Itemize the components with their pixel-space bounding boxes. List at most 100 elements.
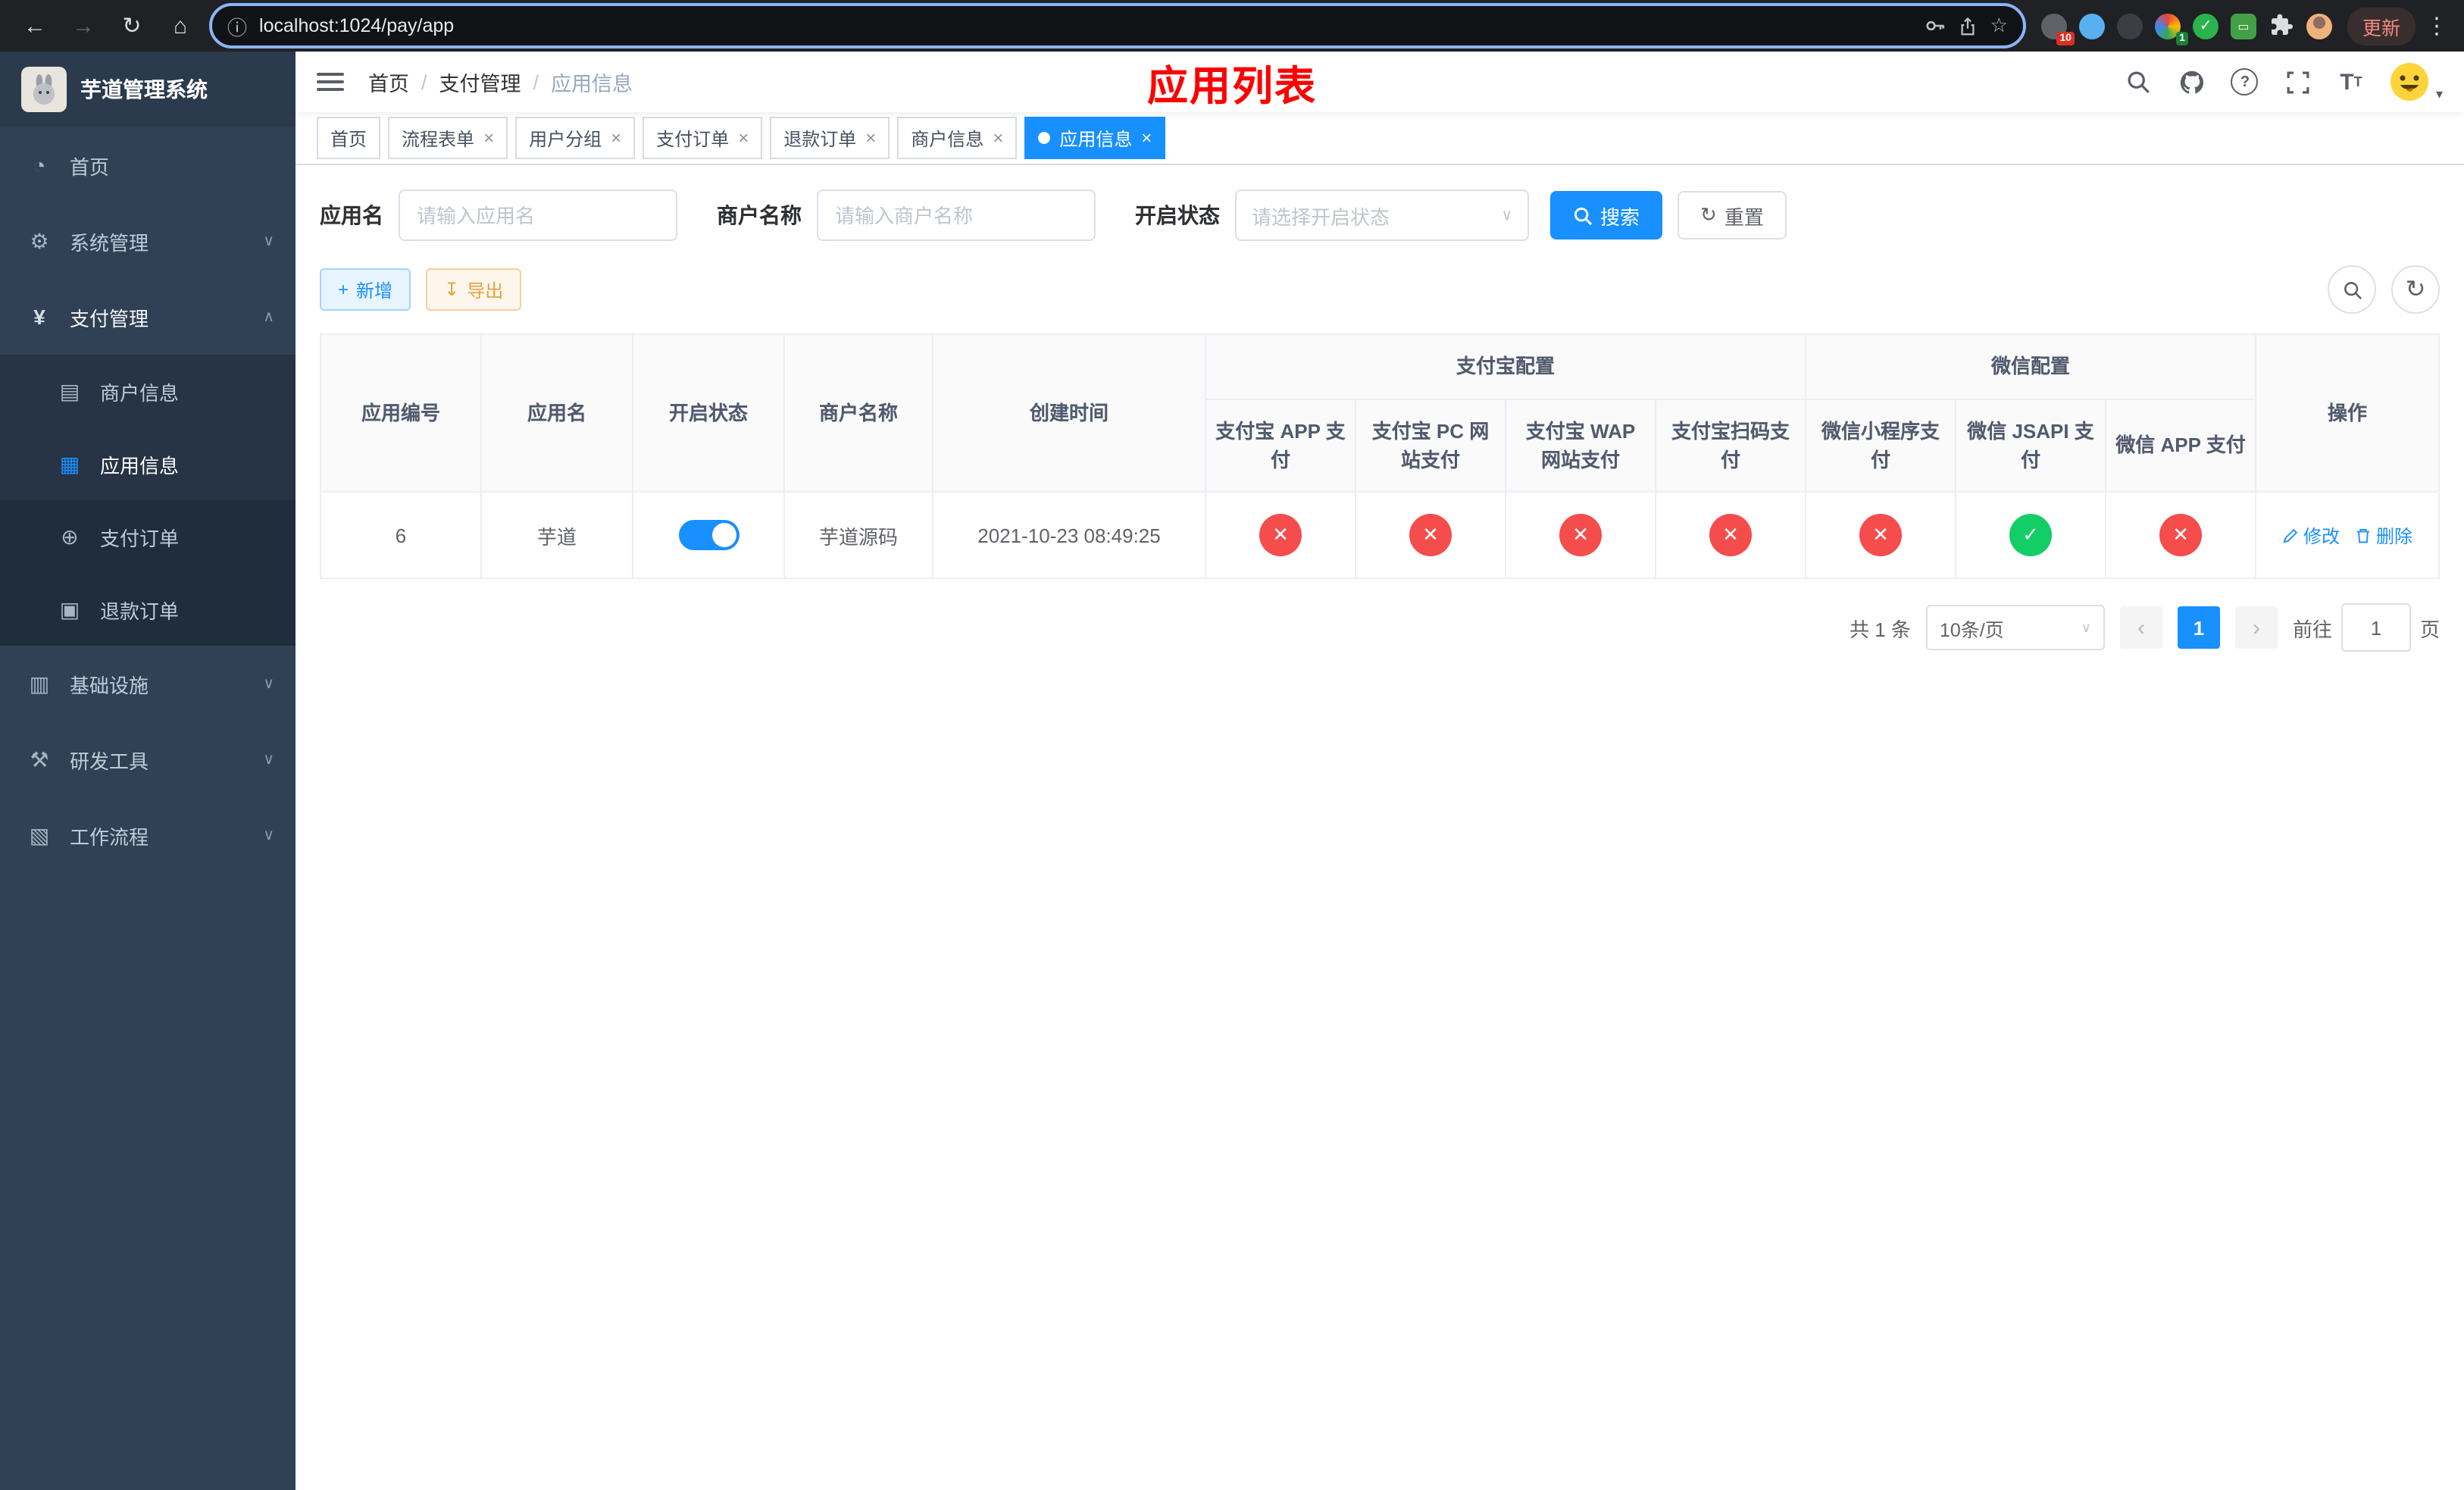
home-icon[interactable]: ⌂ [161, 6, 200, 45]
extensions-cluster: 10 1 ✓ ▭ [2040, 13, 2332, 45]
extension-dark-icon[interactable] [2116, 13, 2143, 39]
help-icon[interactable]: ? [2230, 67, 2260, 97]
tab-close-icon[interactable]: × [993, 127, 1003, 149]
sidebar-item-workflow[interactable]: ▧ 工作流程 ∨ [0, 797, 295, 873]
tab-close-icon[interactable]: × [483, 127, 494, 149]
github-icon[interactable] [2177, 67, 2207, 97]
search-button[interactable]: 搜索 [1550, 191, 1663, 239]
share-icon[interactable] [1959, 16, 1978, 36]
url-bar[interactable]: ⓘ localhost:1024/pay/app ☆ [209, 3, 2026, 49]
sidebar-item-home[interactable]: ◔ 首页 [0, 127, 295, 203]
app-title: 芋道管理系统 [80, 77, 208, 102]
kebab-menu-icon[interactable]: ⋮ [2425, 6, 2449, 45]
sidebar-item-app-info[interactable]: ▦ 应用信息 [0, 427, 295, 500]
total-count: 共 1 条 [1850, 618, 1911, 640]
dashboard-icon: ◔ [33, 153, 46, 177]
sidebar-item-payment[interactable]: ¥ 支付管理 ∧ [0, 279, 295, 355]
export-button[interactable]: ↧ 导出 [426, 268, 522, 311]
site-info-icon[interactable]: ⓘ [227, 11, 247, 40]
refresh-table-button[interactable]: ↻ [2391, 265, 2440, 314]
alipay-pc-status-icon: ✕ [1409, 514, 1452, 556]
sidebar-item-pay-order[interactable]: ⊕ 支付订单 [0, 500, 295, 573]
chevron-up-icon: ∧ [263, 308, 274, 325]
extension-drop-icon[interactable] [2078, 13, 2105, 39]
tab-home[interactable]: 首页 [317, 117, 381, 159]
alipay-qr-status-icon: ✕ [1709, 514, 1752, 556]
font-size-icon[interactable]: TT [2336, 67, 2366, 97]
sidebar-item-dev-tools[interactable]: ⚒ 研发工具 ∨ [0, 722, 295, 797]
extension-check-icon[interactable]: ✓ [2192, 13, 2219, 39]
prev-page-button[interactable]: ‹ [2119, 606, 2162, 649]
sidebar-item-system[interactable]: ⚙ 系统管理 ∨ [0, 203, 295, 279]
download-icon: ↧ [444, 279, 460, 300]
col-merchant: 商户名称 [783, 333, 933, 493]
add-button[interactable]: + 新增 [320, 268, 411, 311]
breadcrumb-payment[interactable]: 支付管理 [439, 67, 521, 97]
status-select[interactable]: 请选择开启状态 ∨ [1235, 189, 1529, 241]
breadcrumb-home[interactable]: 首页 [368, 67, 409, 97]
tab-merchant-info[interactable]: 商户信息 × [897, 117, 1018, 159]
extension-color-icon[interactable]: 1 [2154, 13, 2188, 45]
page-size-select[interactable]: 10条/页 ∨ [1925, 605, 2105, 650]
enabled-toggle[interactable] [678, 520, 739, 550]
status-label: 开启状态 [1135, 203, 1220, 227]
chevron-down-icon: ∨ [263, 233, 274, 249]
chevron-down-icon: ∨ [263, 827, 274, 844]
update-button[interactable]: 更新 [2347, 7, 2416, 45]
sidebar-item-infra[interactable]: ▥ 基础设施 ∨ [0, 646, 295, 722]
fullscreen-icon[interactable] [2283, 67, 2313, 97]
tab-close-icon[interactable]: × [1141, 127, 1152, 149]
extension-grid-icon[interactable]: 10 [2040, 13, 2075, 45]
tab-close-icon[interactable]: × [611, 127, 621, 149]
tab-process-form[interactable]: 流程表单 × [388, 117, 508, 159]
tab-close-icon[interactable]: × [865, 127, 876, 149]
merchant-name-input[interactable] [817, 189, 1096, 241]
delete-link[interactable]: 删除 [2355, 522, 2412, 548]
chevron-down-icon: ∨ [263, 675, 274, 692]
toggle-search-button[interactable] [2328, 265, 2376, 314]
bookmark-star-icon[interactable]: ☆ [1990, 14, 2008, 38]
cell-app-id: 6 [320, 491, 482, 579]
tab-pay-order[interactable]: 支付订单 × [643, 117, 763, 159]
logo-rabbit-icon [21, 67, 67, 112]
user-avatar[interactable]: ▾ [2389, 61, 2443, 103]
next-page-button[interactable]: › [2234, 606, 2278, 649]
col-alipay-pc: 支付宝 PC 网站支付 [1355, 399, 1506, 493]
cell-app-name: 芋道 [480, 491, 633, 579]
tab-user-group[interactable]: 用户分组 × [515, 117, 636, 159]
cell-created: 2021-10-23 08:49:25 [932, 491, 1206, 579]
goto-page-input[interactable] [2340, 603, 2411, 652]
sidebar-collapse-icon[interactable] [317, 73, 344, 91]
extensions-puzzle-icon[interactable] [2269, 13, 2294, 39]
forward-icon[interactable]: → [64, 6, 103, 45]
chevron-down-icon: ∨ [1501, 207, 1512, 224]
tab-refund-order[interactable]: 退款订单 × [770, 117, 890, 159]
col-alipay-qr: 支付宝扫码支付 [1654, 399, 1807, 493]
app-name-input[interactable] [399, 189, 677, 241]
page-1-button[interactable]: 1 [2177, 606, 2220, 649]
extension-chat-icon[interactable]: ▭ [2230, 13, 2256, 39]
search-icon[interactable] [2124, 67, 2154, 97]
reload-icon[interactable]: ↻ [112, 6, 152, 45]
top-navbar: 首页 / 支付管理 / 应用信息 应用列表 ? T T ▾ [295, 52, 2464, 112]
server-icon: ▥ [29, 671, 50, 695]
profile-avatar-icon[interactable] [2306, 13, 2332, 39]
yen-icon: ¥ [33, 305, 45, 329]
screen: ← → ↻ ⌂ ⓘ localhost:1024/pay/app ☆ 10 1 [0, 0, 2464, 1490]
payment-submenu: ▤ 商户信息 ▦ 应用信息 ⊕ 支付订单 ▣ 退款订单 [0, 355, 295, 646]
reset-button[interactable]: ↻ 重置 [1678, 191, 1787, 239]
password-key-icon[interactable] [1925, 15, 1946, 36]
sidebar-item-refund-order[interactable]: ▣ 退款订单 [0, 573, 295, 646]
cell-merchant: 芋道源码 [783, 491, 933, 579]
col-group-alipay: 支付宝配置 [1204, 333, 1807, 400]
col-alipay-app: 支付宝 APP 支付 [1205, 399, 1356, 493]
tab-close-icon[interactable]: × [738, 127, 749, 149]
edit-link[interactable]: 修改 [2282, 522, 2340, 548]
sidebar-item-merchant-info[interactable]: ▤ 商户信息 [0, 355, 295, 427]
sidebar-logo[interactable]: 芋道管理系统 [0, 52, 295, 127]
url-text: localhost:1024/pay/app [259, 15, 455, 36]
tab-app-info[interactable]: 应用信息 × [1024, 117, 1166, 159]
filter-form: 应用名 商户名称 开启状态 请选择开启状态 ∨ 搜索 [320, 189, 2440, 241]
back-icon[interactable]: ← [15, 6, 55, 45]
credit-card-icon: ▤ [59, 378, 80, 402]
